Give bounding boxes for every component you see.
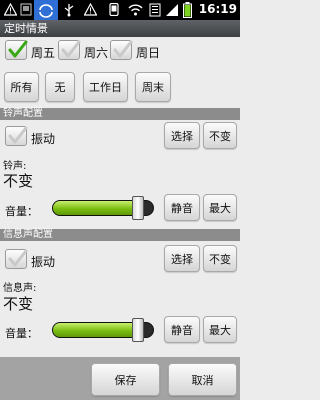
save-button[interactable]: 保存 [91, 363, 160, 396]
cancel-button[interactable]: 取消 [168, 363, 237, 396]
day-checkbox-sat[interactable] [58, 40, 81, 60]
message-tone-label: 信息声: [3, 283, 37, 294]
check-icon [8, 249, 28, 267]
warning-icon [4, 3, 17, 16]
message-unchanged-button[interactable]: 不变 [203, 245, 237, 272]
phone-icon [109, 3, 119, 16]
preset-workday-button[interactable]: 工作日 [83, 72, 128, 102]
message-volume-fill [53, 323, 138, 337]
preset-none-button[interactable]: 无 [45, 72, 75, 102]
message-max-button[interactable]: 最大 [203, 316, 237, 343]
ringtone-volume-thumb[interactable] [132, 196, 144, 220]
ringtone-volume-fill [53, 201, 138, 215]
ringtone-volume-slider[interactable] [52, 196, 154, 220]
wifi-icon [128, 4, 143, 16]
ringtone-max-button[interactable]: 最大 [203, 194, 237, 221]
check-icon [8, 126, 28, 144]
day-label-sat: 周六 [84, 46, 109, 60]
ringtone-mute-button[interactable]: 静音 [164, 194, 200, 221]
bars-icon [149, 3, 161, 17]
check-icon [113, 40, 133, 58]
ringtone-vibrate-checkbox[interactable] [5, 126, 28, 146]
check-icon [8, 40, 28, 58]
message-vibrate-checkbox[interactable] [5, 249, 28, 269]
battery-icon [183, 2, 192, 18]
message-vibrate-label: 振动 [31, 255, 56, 269]
ringtone-vibrate-label: 振动 [31, 132, 56, 146]
status-bar: 16:19 [0, 0, 240, 20]
ringtone-section-header: 铃声配置 [0, 108, 240, 120]
message-volume-thumb[interactable] [132, 318, 144, 342]
ringtone-volume-label: 音量： [5, 205, 38, 218]
preset-all-button[interactable]: 所有 [4, 72, 39, 102]
bottom-bar: 保存 取消 [0, 357, 240, 400]
alert-icon [84, 3, 97, 16]
day-label-sun: 周日 [136, 46, 161, 60]
preset-weekend-button[interactable]: 周末 [135, 72, 171, 102]
day-checkbox-sun[interactable] [110, 40, 133, 60]
image-icon [20, 3, 32, 16]
page-title: 定时情景 [0, 20, 240, 37]
day-label-fri: 周五 [31, 46, 56, 60]
message-section-header: 信息声配置 [0, 229, 240, 241]
signal-icon [166, 4, 178, 16]
message-mute-button[interactable]: 静音 [164, 316, 200, 343]
day-checkbox-fri[interactable] [5, 40, 28, 60]
status-time: 16:19 [198, 2, 237, 16]
ringtone-tone-value: 不变 [3, 172, 34, 190]
ringtone-select-button[interactable]: 选择 [164, 122, 200, 149]
message-volume-label: 音量： [5, 327, 38, 340]
sync-icon [34, 0, 58, 20]
message-tone-value: 不变 [3, 295, 34, 313]
ringtone-unchanged-button[interactable]: 不变 [203, 122, 237, 149]
message-select-button[interactable]: 选择 [164, 245, 200, 272]
usb-icon [64, 4, 74, 17]
check-icon [61, 40, 81, 58]
message-volume-slider[interactable] [52, 318, 154, 342]
